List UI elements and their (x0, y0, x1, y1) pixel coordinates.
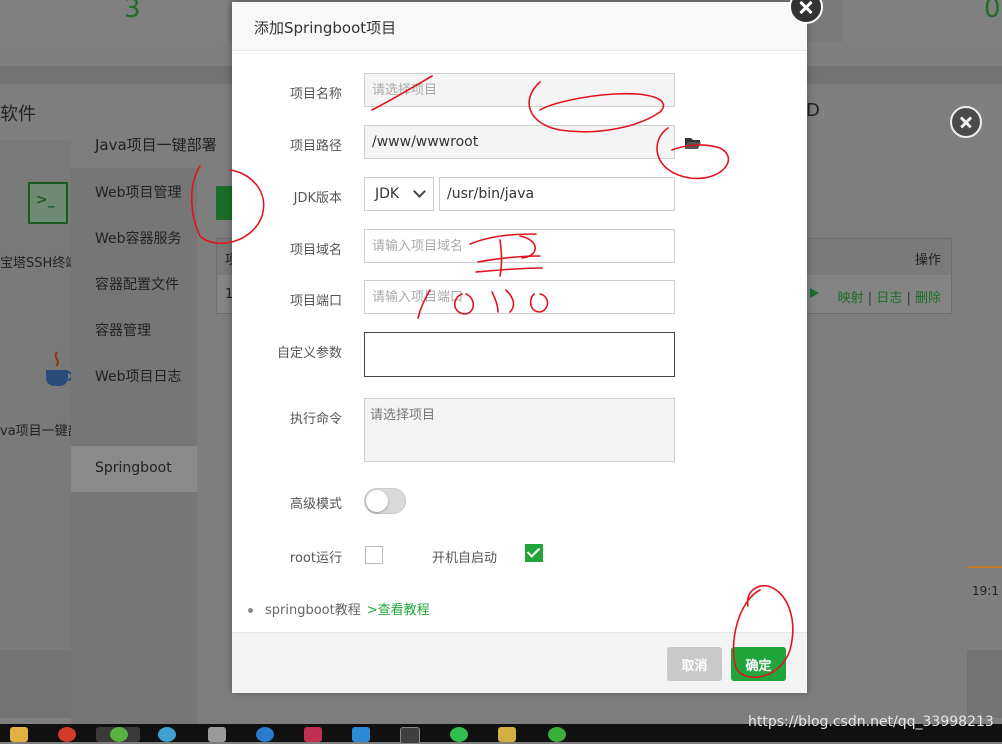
chrome-icon[interactable] (58, 727, 76, 742)
ops-header: 操作 (914, 253, 941, 268)
tutorial-text: springboot教程 (265, 603, 361, 618)
project-name-input[interactable] (364, 73, 675, 107)
sidebar-item-springboot[interactable]: Springboot (95, 460, 172, 476)
folder-open-icon[interactable] (684, 136, 702, 150)
dialog-header: 添加Springboot项目 (232, 2, 807, 51)
dialog-title: 添加Springboot项目 (254, 19, 397, 37)
dialog-footer: 取消 确定 (232, 632, 807, 693)
section-right-letter: D (806, 100, 820, 121)
bullet-icon (248, 608, 253, 613)
terminal-icon[interactable] (28, 182, 68, 224)
log-link[interactable]: 日志 (876, 291, 902, 306)
stat-number: 0 (984, 0, 1001, 24)
app-leaf-icon[interactable] (548, 727, 566, 742)
project-name-label: 项目名称 (289, 87, 342, 102)
project-port-label: 项目端口 (289, 294, 342, 309)
mail-icon[interactable] (256, 727, 274, 742)
root-run-label: root运行 (289, 551, 342, 566)
project-path-label: 项目路径 (289, 139, 342, 154)
advanced-mode-label: 高级模式 (289, 497, 342, 512)
terminal-app-icon[interactable] (400, 727, 420, 744)
custom-params-label: 自定义参数 (276, 346, 342, 361)
custom-params-textarea[interactable] (364, 332, 675, 377)
tutorial-hint: springboot教程 >查看教程 (248, 599, 430, 618)
autostart-checkbox[interactable] (525, 544, 543, 562)
tile-label: 宝塔SSH终端 (0, 256, 79, 271)
folder-icon[interactable] (498, 727, 516, 742)
sidebar-item-web-container[interactable]: Web容器服务 (95, 228, 182, 248)
project-path-input[interactable] (364, 125, 675, 159)
delete-link[interactable]: 删除 (915, 291, 941, 306)
project-domain-label: 项目域名 (289, 243, 342, 258)
autostart-label: 开机自启动 (432, 551, 498, 566)
confirm-button[interactable]: 确定 (731, 647, 786, 681)
sidebar-item-web-log[interactable]: Web项目日志 (95, 366, 182, 386)
file-explorer-icon[interactable] (10, 727, 28, 742)
watermark-text: https://blog.csdn.net/qq_33998213 (748, 714, 994, 730)
sidebar-item-container-manage[interactable]: 容器管理 (95, 320, 151, 340)
stat-card: 0 (842, 0, 1002, 42)
map-link[interactable]: 映射 (838, 291, 864, 306)
jdk-selected-value: JDK (375, 186, 400, 202)
java-sidebar: Web项目管理 Web容器服务 容器配置文件 容器管理 Web项目日志 Spri… (71, 168, 197, 730)
app-blue-icon[interactable] (158, 727, 176, 742)
exec-command-label: 执行命令 (289, 412, 342, 427)
section-title: 软件 (0, 104, 36, 125)
project-domain-input[interactable] (364, 229, 675, 263)
java-cup-icon[interactable] (40, 350, 74, 388)
jdk-version-select[interactable]: JDK (364, 177, 434, 211)
table-row-actions: 映射 | 日志 | 删除 (837, 291, 941, 306)
time-label: 19:1 (972, 584, 999, 598)
jdk-version-label: JDK版本 (293, 191, 342, 206)
sidebar-item-web-project[interactable]: Web项目管理 (95, 182, 182, 202)
ide-icon[interactable] (304, 727, 322, 742)
wechat-icon[interactable] (450, 727, 468, 742)
chevron-down-icon (413, 185, 426, 198)
tutorial-link[interactable]: >查看教程 (367, 603, 430, 618)
project-port-input[interactable] (364, 280, 675, 314)
stat-number: 3 (124, 0, 141, 24)
tile-label: va项目一键部 (0, 424, 81, 439)
play-icon[interactable] (810, 288, 819, 298)
vscode-icon[interactable] (352, 727, 370, 742)
root-run-checkbox[interactable] (365, 546, 383, 564)
cancel-button[interactable]: 取消 (667, 647, 722, 681)
chart-line (966, 566, 1002, 568)
java-window-title: Java项目一键部署 (95, 136, 217, 154)
exec-command-textarea[interactable] (364, 398, 675, 462)
stat-card: 3 (0, 0, 228, 42)
app-green-icon[interactable] (110, 727, 128, 742)
advanced-mode-toggle[interactable] (364, 488, 406, 514)
java-window-close-icon[interactable] (950, 106, 982, 138)
add-springboot-dialog: 添加Springboot项目 项目名称 项目路径 JDK版本 JDK 项目域名 … (232, 0, 823, 693)
app-gray-icon[interactable] (208, 727, 226, 742)
toggle-knob (366, 490, 388, 512)
sidebar-item-container-config[interactable]: 容器配置文件 (95, 274, 179, 294)
jdk-path-input[interactable] (439, 177, 675, 211)
